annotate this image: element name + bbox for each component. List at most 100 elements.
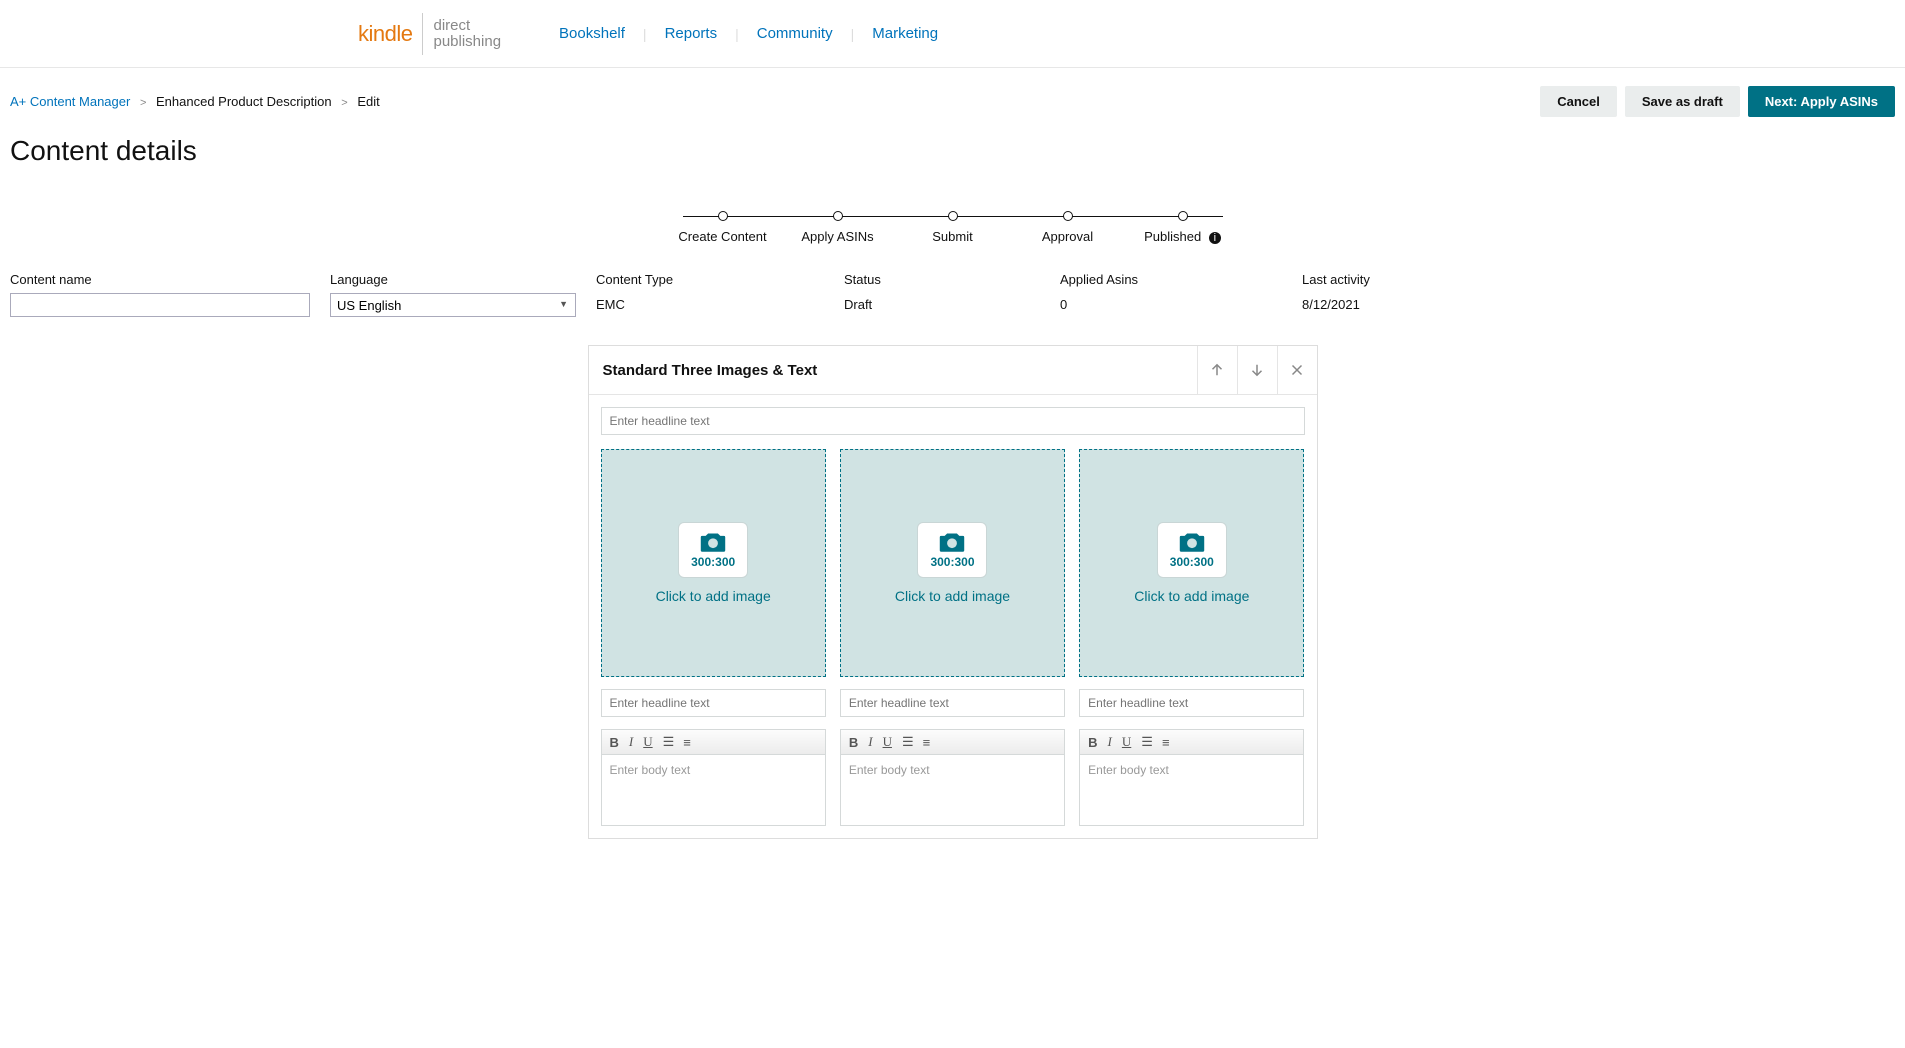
close-icon xyxy=(1288,361,1306,379)
rte-toolbar: B I U ☰ ≡ xyxy=(841,730,1064,755)
bullet-list-button[interactable]: ☰ xyxy=(663,734,674,750)
image-dim-box: 300:300 xyxy=(678,522,748,578)
sub-headline-input-3[interactable] xyxy=(1079,689,1304,717)
body-text-input-2[interactable]: Enter body text xyxy=(841,755,1064,825)
body-editor-2: B I U ☰ ≡ Enter body text xyxy=(840,729,1065,826)
meta-row: Content name Language US English Content… xyxy=(0,262,1905,317)
step-apply-asins: Apply ASINs xyxy=(798,211,878,244)
nav-marketing[interactable]: Marketing xyxy=(854,25,956,42)
image-dropzone-cta: Click to add image xyxy=(895,588,1010,604)
chevron-right-icon: > xyxy=(341,97,347,109)
body-editor-3: B I U ☰ ≡ Enter body text xyxy=(1079,729,1304,826)
camera-icon xyxy=(698,531,728,553)
image-dim-box: 300:300 xyxy=(917,522,987,578)
italic-button[interactable]: I xyxy=(1108,734,1112,750)
top-header: kindle direct publishing Bookshelf | Rep… xyxy=(0,0,1905,68)
image-dim-text: 300:300 xyxy=(1170,555,1214,569)
cancel-button[interactable]: Cancel xyxy=(1540,86,1617,117)
nav-bookshelf[interactable]: Bookshelf xyxy=(541,25,643,42)
module-standard-three-images-text: Standard Three Images & Text xyxy=(588,345,1318,839)
step-create-content: Create Content xyxy=(683,211,763,244)
image-dropzone-1[interactable]: 300:300 Click to add image xyxy=(601,449,826,677)
module-columns: 300:300 Click to add image B I U ☰ ≡ xyxy=(601,449,1305,826)
step-circle-icon xyxy=(1063,211,1073,221)
next-apply-asins-button[interactable]: Next: Apply ASINs xyxy=(1748,86,1895,117)
underline-button[interactable]: U xyxy=(643,734,652,750)
step-circle-icon xyxy=(833,211,843,221)
module-body: 300:300 Click to add image B I U ☰ ≡ xyxy=(589,395,1317,838)
underline-button[interactable]: U xyxy=(883,734,892,750)
image-dropzone-3[interactable]: 300:300 Click to add image xyxy=(1079,449,1304,677)
logo-dp-line2: publishing xyxy=(433,33,501,50)
image-dropzone-2[interactable]: 300:300 Click to add image xyxy=(840,449,1065,677)
underline-button[interactable]: U xyxy=(1122,734,1131,750)
sub-headline-input-1[interactable] xyxy=(601,689,826,717)
bullet-list-button[interactable]: ☰ xyxy=(1141,734,1152,750)
save-draft-button[interactable]: Save as draft xyxy=(1625,86,1740,117)
content-name-input[interactable] xyxy=(10,293,310,317)
progress-stepper: Create Content Apply ASINs Submit Approv… xyxy=(0,175,1905,262)
nav-community[interactable]: Community xyxy=(739,25,851,42)
content-name-field: Content name xyxy=(10,272,310,317)
step-approval: Approval xyxy=(1028,211,1108,244)
module-title: Standard Three Images & Text xyxy=(589,348,832,393)
italic-button[interactable]: I xyxy=(868,734,872,750)
numbered-list-button[interactable]: ≡ xyxy=(923,735,930,750)
module-headline-input[interactable] xyxy=(601,407,1305,435)
image-dim-box: 300:300 xyxy=(1157,522,1227,578)
last-activity-label: Last activity xyxy=(1302,272,1895,287)
logo-kindle: kindle xyxy=(358,21,412,47)
arrow-up-icon xyxy=(1208,361,1226,379)
action-row: A+ Content Manager > Enhanced Product De… xyxy=(0,68,1905,117)
content-type-value: EMC xyxy=(596,293,824,312)
rte-toolbar: B I U ☰ ≡ xyxy=(602,730,825,755)
rte-toolbar: B I U ☰ ≡ xyxy=(1080,730,1303,755)
move-down-button[interactable] xyxy=(1237,346,1277,394)
module-column-3: 300:300 Click to add image B I U ☰ ≡ xyxy=(1079,449,1304,826)
status-label: Status xyxy=(844,272,1040,287)
module-column-1: 300:300 Click to add image B I U ☰ ≡ xyxy=(601,449,826,826)
remove-module-button[interactable] xyxy=(1277,346,1317,394)
breadcrumb-level1: Enhanced Product Description xyxy=(156,94,332,109)
image-dim-text: 300:300 xyxy=(691,555,735,569)
step-published: Published i xyxy=(1143,211,1223,244)
step-label: Apply ASINs xyxy=(801,229,873,244)
logo: kindle direct publishing xyxy=(358,13,501,55)
camera-icon xyxy=(937,531,967,553)
numbered-list-button[interactable]: ≡ xyxy=(1162,735,1169,750)
step-label: Create Content xyxy=(678,229,766,244)
status-field: Status Draft xyxy=(844,272,1040,317)
content-type-field: Content Type EMC xyxy=(596,272,824,317)
module-header: Standard Three Images & Text xyxy=(589,346,1317,395)
breadcrumb: A+ Content Manager > Enhanced Product De… xyxy=(10,94,380,109)
body-text-input-3[interactable]: Enter body text xyxy=(1080,755,1303,825)
bold-button[interactable]: B xyxy=(1088,735,1097,750)
breadcrumb-level2: Edit xyxy=(357,94,379,109)
body-text-input-1[interactable]: Enter body text xyxy=(602,755,825,825)
bullet-list-button[interactable]: ☰ xyxy=(902,734,913,750)
image-dropzone-cta: Click to add image xyxy=(1134,588,1249,604)
move-up-button[interactable] xyxy=(1197,346,1237,394)
chevron-right-icon: > xyxy=(140,97,146,109)
action-buttons: Cancel Save as draft Next: Apply ASINs xyxy=(1540,86,1895,117)
breadcrumb-root[interactable]: A+ Content Manager xyxy=(10,94,130,109)
applied-asins-field: Applied Asins 0 xyxy=(1060,272,1282,317)
step-submit: Submit xyxy=(913,211,993,244)
info-icon[interactable]: i xyxy=(1209,232,1221,244)
logo-direct-publishing: direct publishing xyxy=(433,18,501,50)
italic-button[interactable]: I xyxy=(629,734,633,750)
image-dim-text: 300:300 xyxy=(930,555,974,569)
nav-reports[interactable]: Reports xyxy=(647,25,736,42)
content-type-label: Content Type xyxy=(596,272,824,287)
step-circle-icon xyxy=(718,211,728,221)
page-title: Content details xyxy=(0,117,1905,175)
numbered-list-button[interactable]: ≡ xyxy=(683,735,690,750)
top-nav: Bookshelf | Reports | Community | Market… xyxy=(541,25,956,42)
bold-button[interactable]: B xyxy=(610,735,619,750)
language-select[interactable]: US English xyxy=(330,293,576,317)
sub-headline-input-2[interactable] xyxy=(840,689,1065,717)
language-field: Language US English xyxy=(330,272,576,317)
camera-icon xyxy=(1177,531,1207,553)
bold-button[interactable]: B xyxy=(849,735,858,750)
logo-divider xyxy=(422,13,423,55)
